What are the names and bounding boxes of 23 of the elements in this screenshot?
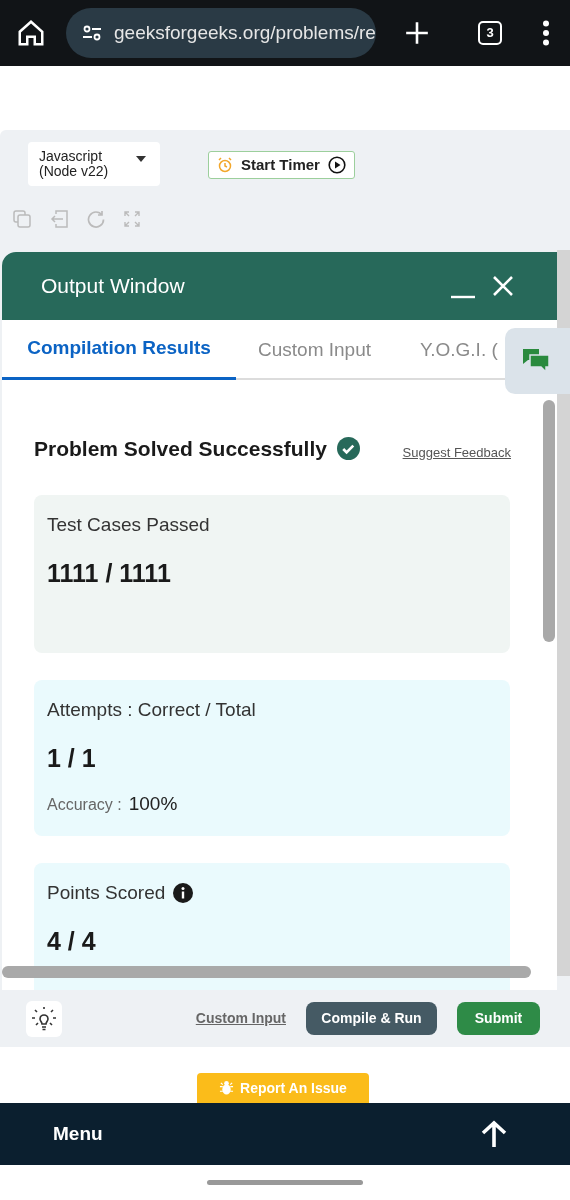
card-value: 1111 / 1111 (47, 558, 172, 589)
tab[interactable]: Custom Input (236, 320, 398, 380)
status-heading: Problem Solved Successfully (34, 436, 327, 462)
window-title: Output Window (41, 273, 186, 300)
suggest-feedback-link[interactable]: Suggest Feedback (402, 443, 511, 463)
card-label: Test Cases Passed (47, 512, 210, 537)
url-text: geeksforgeeks.org/problems/re (114, 20, 376, 45)
card-value: 4 / 4 (47, 926, 97, 957)
card-label: Attempts : Correct / Total (47, 697, 256, 722)
accuracy-label: Accuracy : (47, 794, 122, 815)
menu-button[interactable]: Menu (53, 1119, 103, 1149)
language-select[interactable]: Javascript (Node v22) (28, 142, 160, 186)
submit-button[interactable]: Submit (457, 1002, 540, 1035)
start-timer-button[interactable]: Start Timer (208, 151, 355, 179)
card-label: Points Scored (47, 880, 166, 905)
tab-count[interactable]: 3 (478, 21, 502, 45)
custom-input-link[interactable]: Custom Input (195, 1008, 286, 1029)
tab[interactable]: Compilation Results (2, 320, 236, 380)
compile-run-button[interactable]: Compile & Run (306, 1002, 437, 1035)
address-bar[interactable]: geeksforgeeks.org/problems/re (66, 8, 376, 58)
tab[interactable]: Y.O.G.I. ( (398, 320, 502, 380)
card-value: 1 / 1 (47, 743, 97, 774)
accuracy-value: 100% (128, 791, 178, 816)
